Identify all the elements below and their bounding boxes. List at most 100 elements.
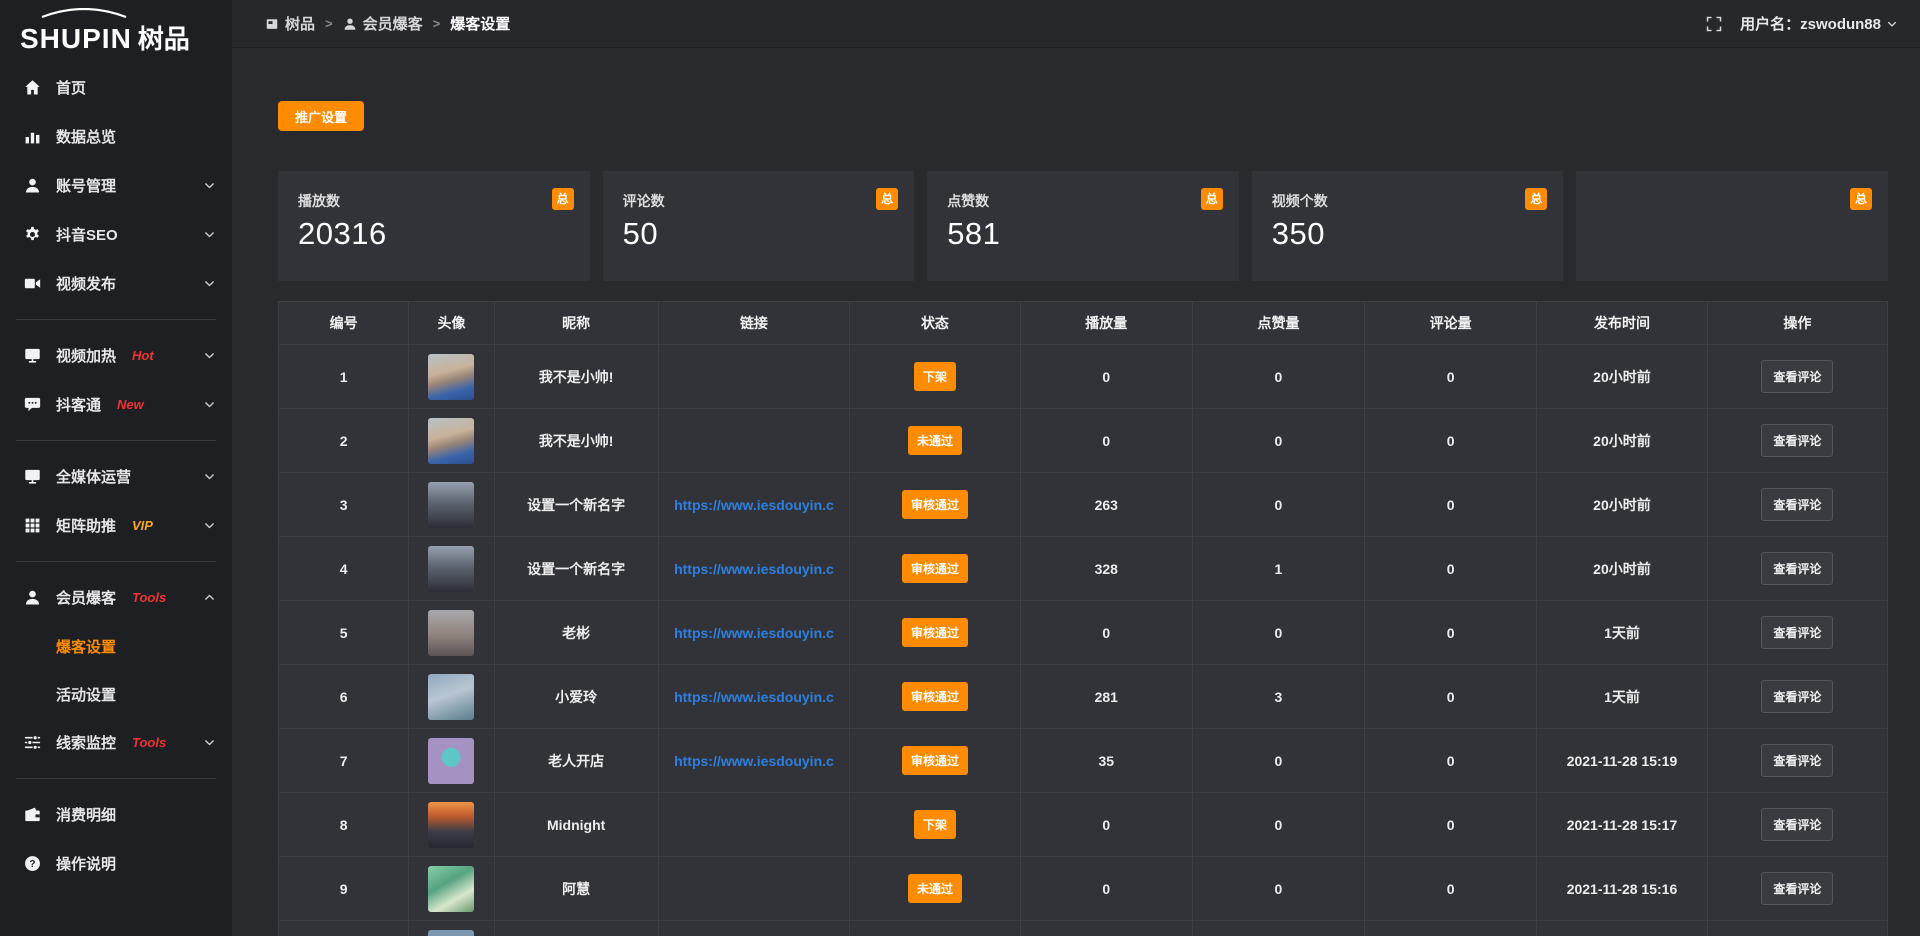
profile-link[interactable]: https://www.iesdouyin.c [674, 561, 834, 577]
sidebar-subitem-baoke-settings[interactable]: 爆客设置 [0, 622, 232, 670]
time-cell: 1天前 [1537, 665, 1708, 729]
row-id-cell: 1 [279, 345, 409, 409]
total-badge: 总 [552, 188, 574, 210]
profile-link[interactable]: https://www.iesdouyin.c [674, 497, 834, 513]
likes-cell: 0 [1192, 601, 1364, 665]
person-icon [24, 589, 41, 606]
profile-link[interactable]: https://www.iesdouyin.c [674, 753, 834, 769]
plays-cell: 328 [1020, 537, 1192, 601]
view-comments-button[interactable]: 查看评论 [1761, 360, 1833, 393]
sidebar-item-consume-detail[interactable]: 消费明细 [0, 790, 232, 839]
row-id-cell: 9 [279, 857, 409, 921]
breadcrumb-item-member-baoke[interactable]: 会员爆客 [343, 13, 423, 34]
user-icon [24, 177, 41, 194]
user-menu[interactable]: 用户名：zswodun88 [1740, 13, 1898, 34]
status-badge: 审核通过 [902, 746, 968, 775]
sidebar-divider [16, 778, 216, 779]
sidebar-item-tag: New [117, 397, 144, 412]
view-comments-button[interactable]: 查看评论 [1761, 744, 1833, 777]
action-cell: 查看评论 [1707, 345, 1887, 409]
avatar-cell [409, 921, 494, 936]
time-cell: 20小时前 [1537, 473, 1708, 537]
sidebar-item-clue-monitor[interactable]: 线索监控Tools [0, 718, 232, 767]
table-body: 1我不是小帅!下架00020小时前查看评论2我不是小帅!未通过00020小时前查… [279, 345, 1888, 936]
status-cell: 下架 [850, 793, 1021, 857]
link-cell: https://www.iesdouyin.c [658, 665, 849, 729]
action-cell: 查看评论 [1707, 665, 1887, 729]
time-cell: 2021-11-28 15:16 [1537, 857, 1708, 921]
avatar [428, 482, 474, 528]
sidebar-item-label: 消费明细 [56, 804, 116, 825]
chevron-down-icon [203, 470, 216, 483]
table-row: 5老彬https://www.iesdouyin.c审核通过0001天前查看评论 [279, 601, 1888, 665]
profile-link[interactable]: https://www.iesdouyin.c [674, 689, 834, 705]
view-comments-button[interactable]: 查看评论 [1761, 616, 1833, 649]
chevron-down-icon [203, 277, 216, 290]
sidebar-item-home[interactable]: 首页 [0, 63, 232, 112]
view-comments-button[interactable]: 查看评论 [1761, 424, 1833, 457]
plays-cell [1020, 921, 1192, 936]
stat-card-value: 50 [623, 216, 899, 252]
sidebar-item-matrix-boost[interactable]: 矩阵助推VIP [0, 501, 232, 550]
avatar [428, 546, 474, 592]
video-camera-icon [24, 275, 41, 292]
comments-cell: 0 [1365, 857, 1537, 921]
sidebar-subitem-activity-settings[interactable]: 活动设置 [0, 670, 232, 718]
view-comments-button[interactable]: 查看评论 [1761, 488, 1833, 521]
avatar-cell [409, 729, 494, 793]
breadcrumb-item-baoke-settings: 爆客设置 [450, 13, 510, 34]
avatar [428, 802, 474, 848]
topbar-right: 用户名：zswodun88 [1706, 13, 1898, 34]
column-header: 播放量 [1020, 302, 1192, 345]
time-cell: 1天前 [1537, 601, 1708, 665]
sidebar-item-video-heat[interactable]: 视频加热Hot [0, 331, 232, 380]
likes-cell: 1 [1192, 537, 1364, 601]
time-cell: 2021-11-28 15:19 [1537, 729, 1708, 793]
sidebar-item-douyin-seo[interactable]: 抖音SEO [0, 210, 232, 259]
column-header: 点赞量 [1192, 302, 1364, 345]
sidebar-item-all-media[interactable]: 全媒体运营 [0, 452, 232, 501]
status-badge: 未通过 [908, 874, 962, 903]
likes-cell: 0 [1192, 857, 1364, 921]
fullscreen-icon[interactable] [1706, 16, 1722, 32]
row-id-cell [279, 921, 409, 936]
chevron-up-icon [203, 591, 216, 604]
stat-card-value: 581 [947, 216, 1223, 252]
column-header: 链接 [658, 302, 849, 345]
sidebar-item-data-overview[interactable]: 数据总览 [0, 112, 232, 161]
sidebar-divider [16, 440, 216, 441]
main-area: 树品>会员爆客>爆客设置 用户名：zswodun88 推广设置 播放数20316… [232, 0, 1920, 936]
column-header: 昵称 [494, 302, 658, 345]
likes-cell: 0 [1192, 793, 1364, 857]
app-window: SHUPIN 树品 首页数据总览账号管理抖音SEO视频发布视频加热Hot抖客通N… [0, 0, 1920, 936]
nickname-cell: 老人开店 [494, 729, 658, 793]
logo-text-cn: 树品 [138, 26, 190, 53]
status-badge: 审核通过 [902, 682, 968, 711]
table-row: 9阿慧未通过0002021-11-28 15:16查看评论 [279, 857, 1888, 921]
sidebar-item-operation-guide[interactable]: ?操作说明 [0, 839, 232, 888]
avatar [428, 738, 474, 784]
breadcrumb-item-shupin[interactable]: 树品 [265, 13, 315, 34]
view-comments-button[interactable]: 查看评论 [1761, 552, 1833, 585]
breadcrumb-separator: > [433, 16, 441, 31]
link-cell: https://www.iesdouyin.c [658, 473, 849, 537]
nickname-cell: 阿慧 [494, 857, 658, 921]
nickname-cell: 老彬 [494, 601, 658, 665]
profile-link[interactable]: https://www.iesdouyin.c [674, 625, 834, 641]
avatar [428, 930, 474, 936]
sidebar-item-douketong[interactable]: 抖客通New [0, 380, 232, 429]
link-cell [658, 921, 849, 936]
row-id-cell: 8 [279, 793, 409, 857]
sidebar-item-label: 视频加热 [56, 345, 116, 366]
view-comments-button[interactable]: 查看评论 [1761, 872, 1833, 905]
promo-settings-button[interactable]: 推广设置 [278, 101, 364, 131]
sidebar-item-account-manage[interactable]: 账号管理 [0, 161, 232, 210]
sidebar-item-video-publish[interactable]: 视频发布 [0, 259, 232, 308]
stat-card-likes: 点赞数581总 [927, 171, 1239, 281]
sidebar-item-member-baoke[interactable]: 会员爆客Tools [0, 573, 232, 622]
bar-chart-icon [24, 128, 41, 145]
view-comments-button[interactable]: 查看评论 [1761, 808, 1833, 841]
view-comments-button[interactable]: 查看评论 [1761, 680, 1833, 713]
avatar-cell [409, 665, 494, 729]
avatar-cell [409, 537, 494, 601]
